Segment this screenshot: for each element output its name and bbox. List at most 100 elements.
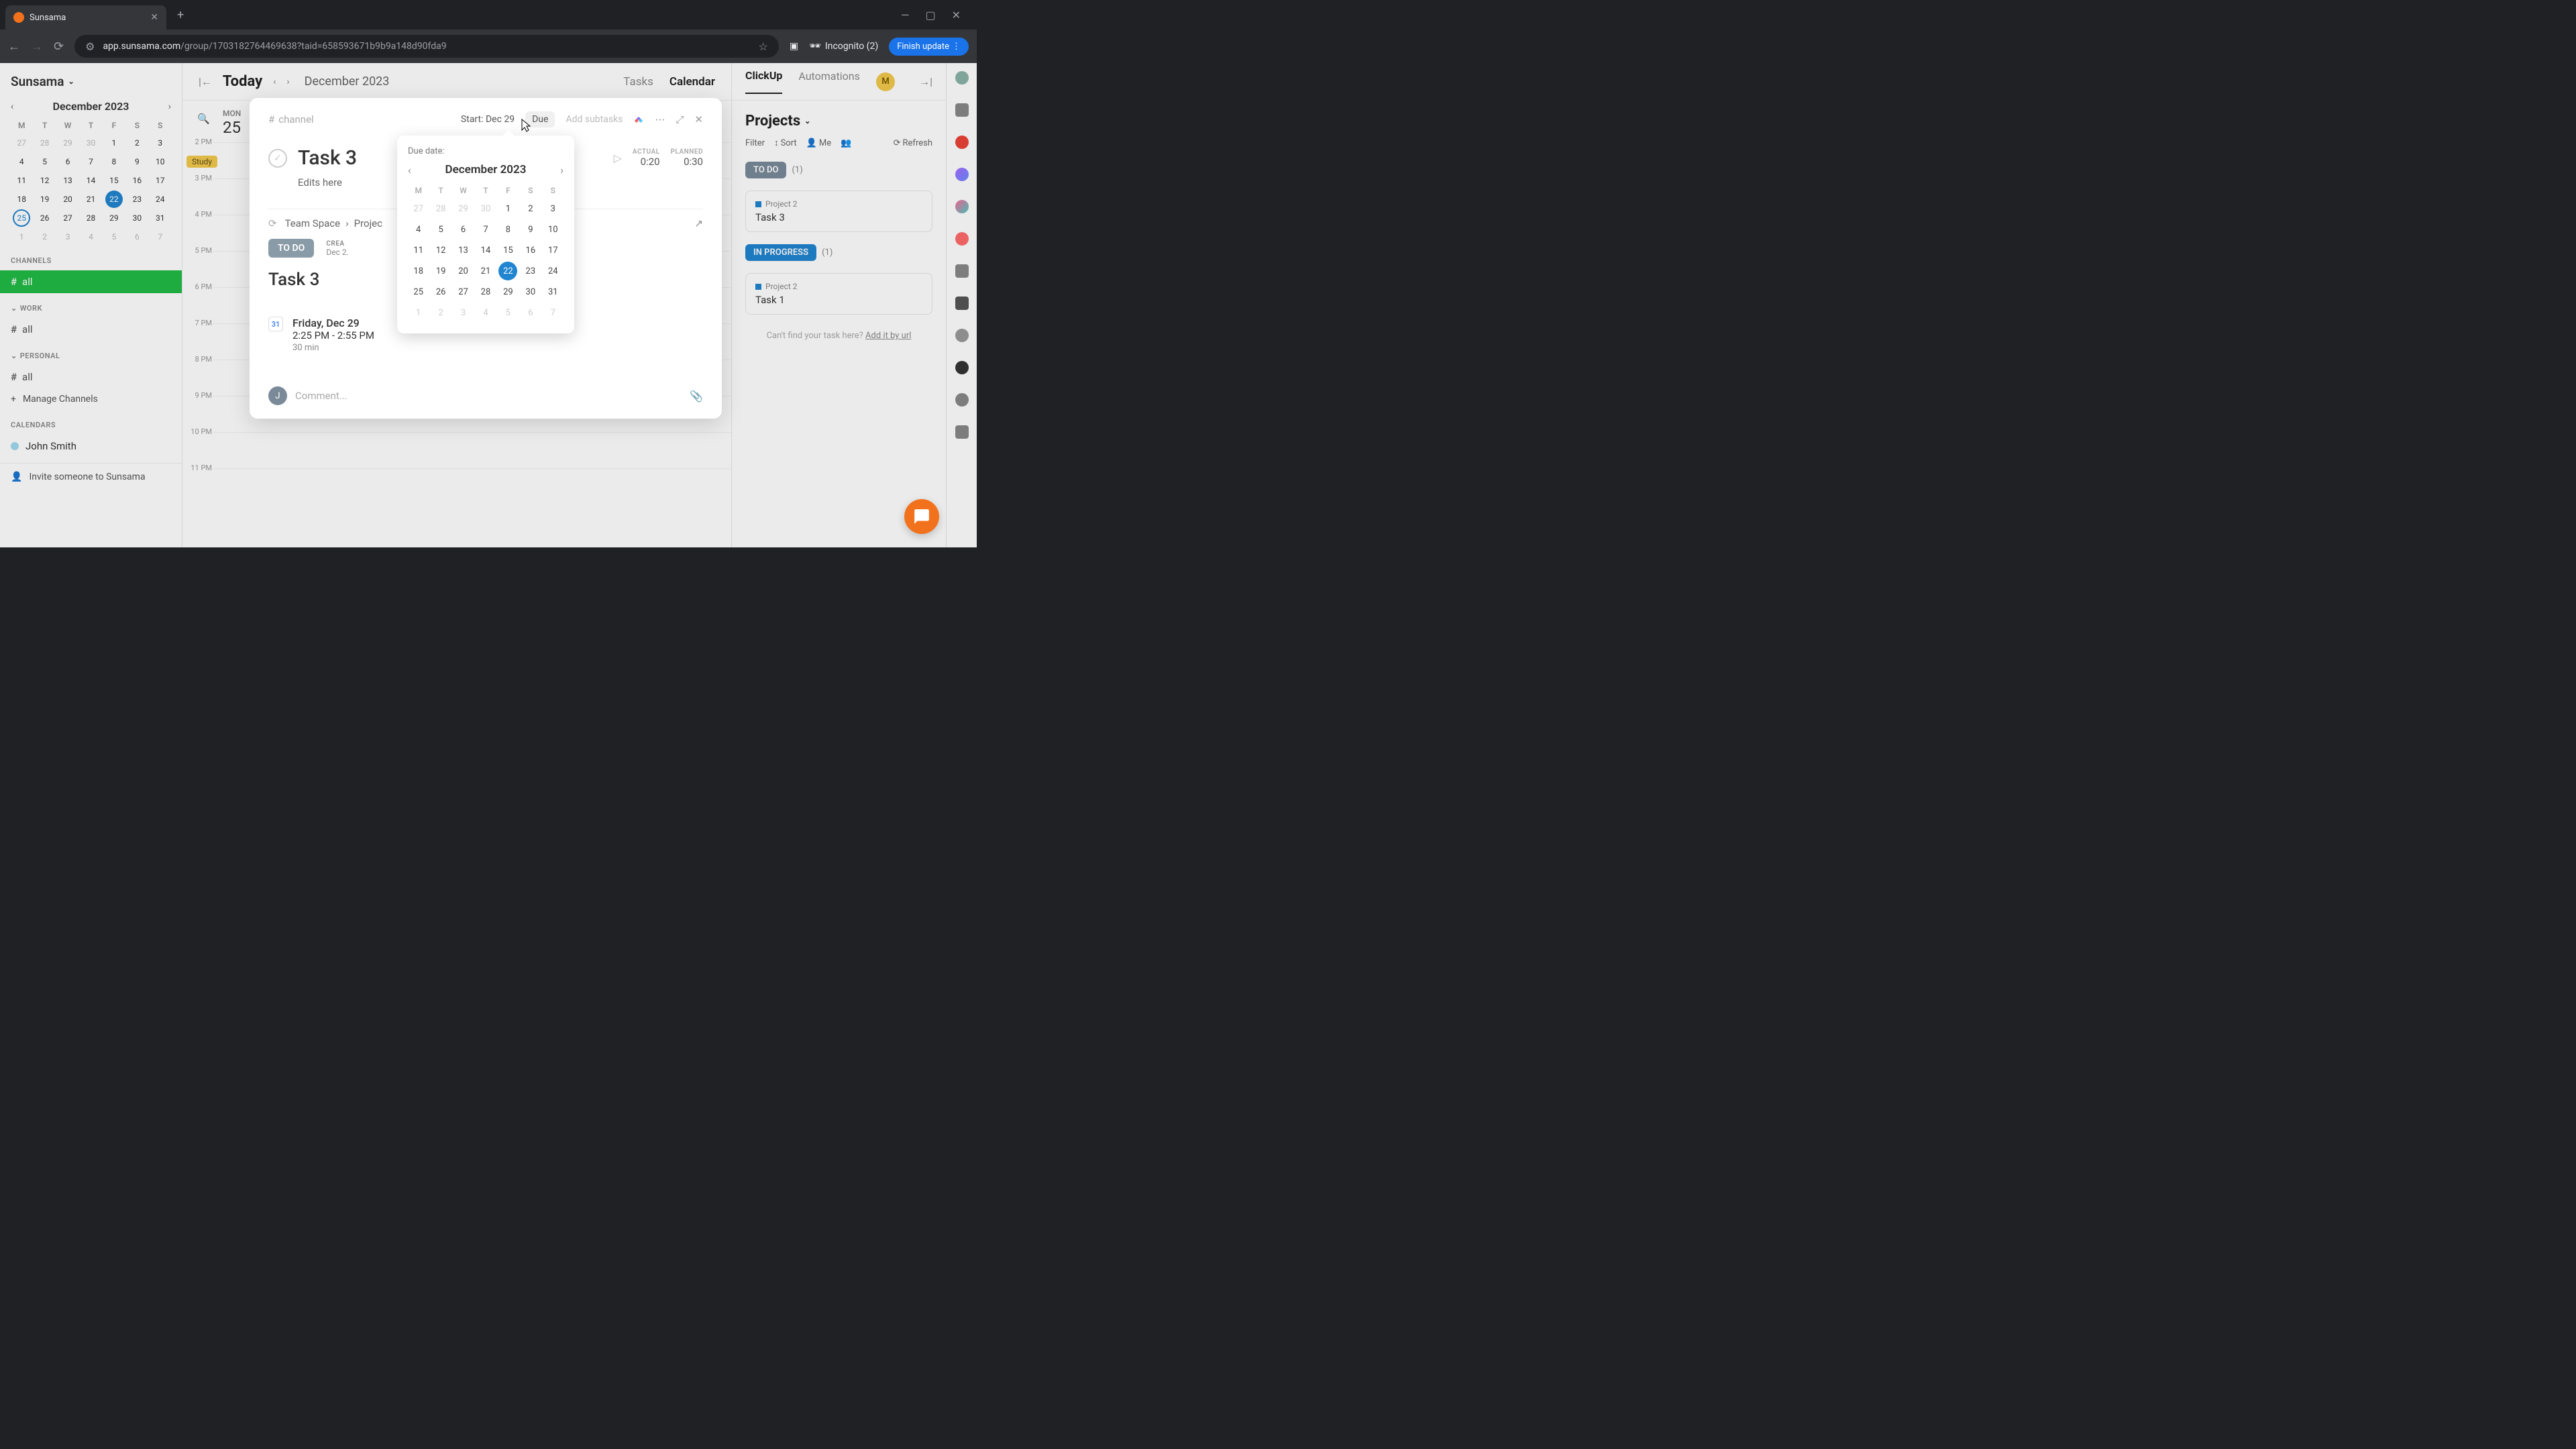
channel-selector[interactable]: # channel [268,113,314,125]
picker-day[interactable]: 1 [498,199,519,219]
picker-day-other[interactable]: 4 [475,303,496,323]
asana-icon[interactable] [955,200,969,213]
manage-channels[interactable]: + Manage Channels [0,388,182,410]
cal-day[interactable]: 21 [80,191,101,208]
picker-day-other[interactable]: 29 [453,199,474,219]
picker-day[interactable]: 21 [475,262,496,281]
picker-day[interactable]: 2 [520,199,541,219]
close-modal-icon[interactable]: ✕ [694,113,703,125]
url-input[interactable]: ⚙ app.sunsama.com/group/1703182764469638… [74,35,779,58]
cal-day[interactable]: 13 [57,172,78,189]
cal-day[interactable]: 12 [34,172,55,189]
back-button[interactable]: ← [8,40,20,54]
notion-icon[interactable] [955,264,969,278]
cal-day[interactable]: 3 [150,134,171,152]
clickup-tab[interactable]: ClickUp [745,69,782,94]
cal-day[interactable]: 28 [80,209,101,227]
cal-day-other[interactable]: 30 [80,134,101,152]
tasks-view-tab[interactable]: Tasks [623,75,653,89]
add-subtasks-button[interactable]: Add subtasks [566,114,623,125]
picker-prev-month[interactable]: ‹ [408,164,411,176]
cal-day-other[interactable]: 28 [34,134,55,152]
picker-day[interactable]: 12 [430,241,451,260]
user-avatar[interactable]: M [876,72,895,91]
picker-day-other[interactable]: 7 [543,303,564,323]
rail-icon-11[interactable] [955,393,969,407]
forward-button[interactable]: → [31,40,43,54]
cal-day[interactable]: 17 [150,172,171,189]
sort-button[interactable]: ↕Sort [774,138,797,148]
cal-day[interactable]: 7 [80,153,101,170]
picker-day[interactable]: 25 [408,282,429,302]
rail-icon-1[interactable] [955,71,969,85]
reload-button[interactable]: ⟳ [54,40,64,54]
picker-day-other[interactable]: 30 [475,199,496,219]
filter-button[interactable]: Filter [745,138,765,148]
more-menu-icon[interactable]: ⋯ [655,113,665,125]
cal-day[interactable]: 15 [103,172,125,189]
breadcrumb-space[interactable]: Team Space [285,217,341,229]
actual-time[interactable]: ACTUAL 0:20 [633,148,660,168]
cal-day-other[interactable]: 2 [34,228,55,246]
cal-day[interactable]: 27 [57,209,78,227]
cal-day-other[interactable]: 3 [57,228,78,246]
picker-day-other[interactable]: 6 [520,303,541,323]
projects-dropdown[interactable]: Projects ⌄ [732,101,946,138]
complete-checkbox[interactable]: ✓ [268,149,287,168]
open-external-icon[interactable]: ↗ [694,217,703,229]
cal-day[interactable]: 2 [126,134,148,152]
task-card-task3[interactable]: Project 2 Task 3 [745,191,932,232]
task-card-task1[interactable]: Project 2 Task 1 [745,273,932,315]
personal-header[interactable]: ⌄ PERSONAL [0,341,182,366]
picker-day[interactable]: 22 [498,262,517,280]
picker-day[interactable]: 11 [408,241,429,260]
picker-day[interactable]: 19 [430,262,451,281]
new-tab-button[interactable]: + [177,8,184,22]
today-label[interactable]: Today [223,73,262,90]
picker-day[interactable]: 20 [453,262,474,281]
picker-day[interactable]: 6 [453,220,474,239]
picker-day[interactable]: 30 [520,282,541,302]
automations-tab[interactable]: Automations [798,70,859,93]
maximize-icon[interactable]: ▢ [925,9,935,21]
due-date-button[interactable]: Due [525,111,555,127]
comment-input[interactable]: Comment... [295,390,682,402]
cal-day[interactable]: 26 [34,209,55,227]
attach-icon[interactable]: 📎 [690,390,703,402]
cal-day[interactable]: 1 [103,134,125,152]
cal-day[interactable]: 23 [126,191,148,208]
close-tab-icon[interactable]: ✕ [150,12,158,23]
cal-day-other[interactable]: 6 [126,228,148,246]
picker-day[interactable]: 4 [408,220,429,239]
picker-day[interactable]: 16 [520,241,541,260]
cal-day[interactable]: 29 [103,209,125,227]
expand-icon[interactable]: ⤢ [676,113,684,125]
expand-sidebar-icon[interactable]: →| [919,75,932,89]
finish-update-button[interactable]: Finish update ⋮ [889,38,969,56]
team-filter[interactable]: 👥 [841,138,851,148]
cal-day[interactable]: 9 [126,153,148,170]
picker-day-other[interactable]: 3 [453,303,474,323]
cal-day[interactable]: 11 [11,172,32,189]
rail-icon-9[interactable] [955,329,969,342]
mini-cal-next[interactable]: › [168,101,171,112]
picker-day[interactable]: 29 [498,282,519,302]
prev-day-button[interactable]: ‹ [273,76,276,87]
cal-day-other[interactable]: 27 [11,134,32,152]
picker-day[interactable]: 8 [498,220,519,239]
todoist-icon[interactable] [955,232,969,246]
browser-tab[interactable]: Sunsama ✕ [5,5,166,30]
cal-day[interactable]: 16 [126,172,148,189]
work-header[interactable]: ⌄ WORK [0,293,182,318]
picker-day[interactable]: 26 [430,282,451,302]
picker-day[interactable]: 5 [430,220,451,239]
minimize-icon[interactable]: — [901,9,910,21]
start-date-button[interactable]: Start: Dec 29 [461,114,515,125]
cal-day[interactable]: 5 [34,153,55,170]
picker-day[interactable]: 14 [475,241,496,260]
me-filter[interactable]: 👤Me [806,138,831,148]
calendar-view-tab[interactable]: Calendar [669,75,715,89]
cal-day[interactable]: 25 [13,209,30,227]
picker-day-other[interactable]: 2 [430,303,451,323]
picker-day[interactable]: 23 [520,262,541,281]
